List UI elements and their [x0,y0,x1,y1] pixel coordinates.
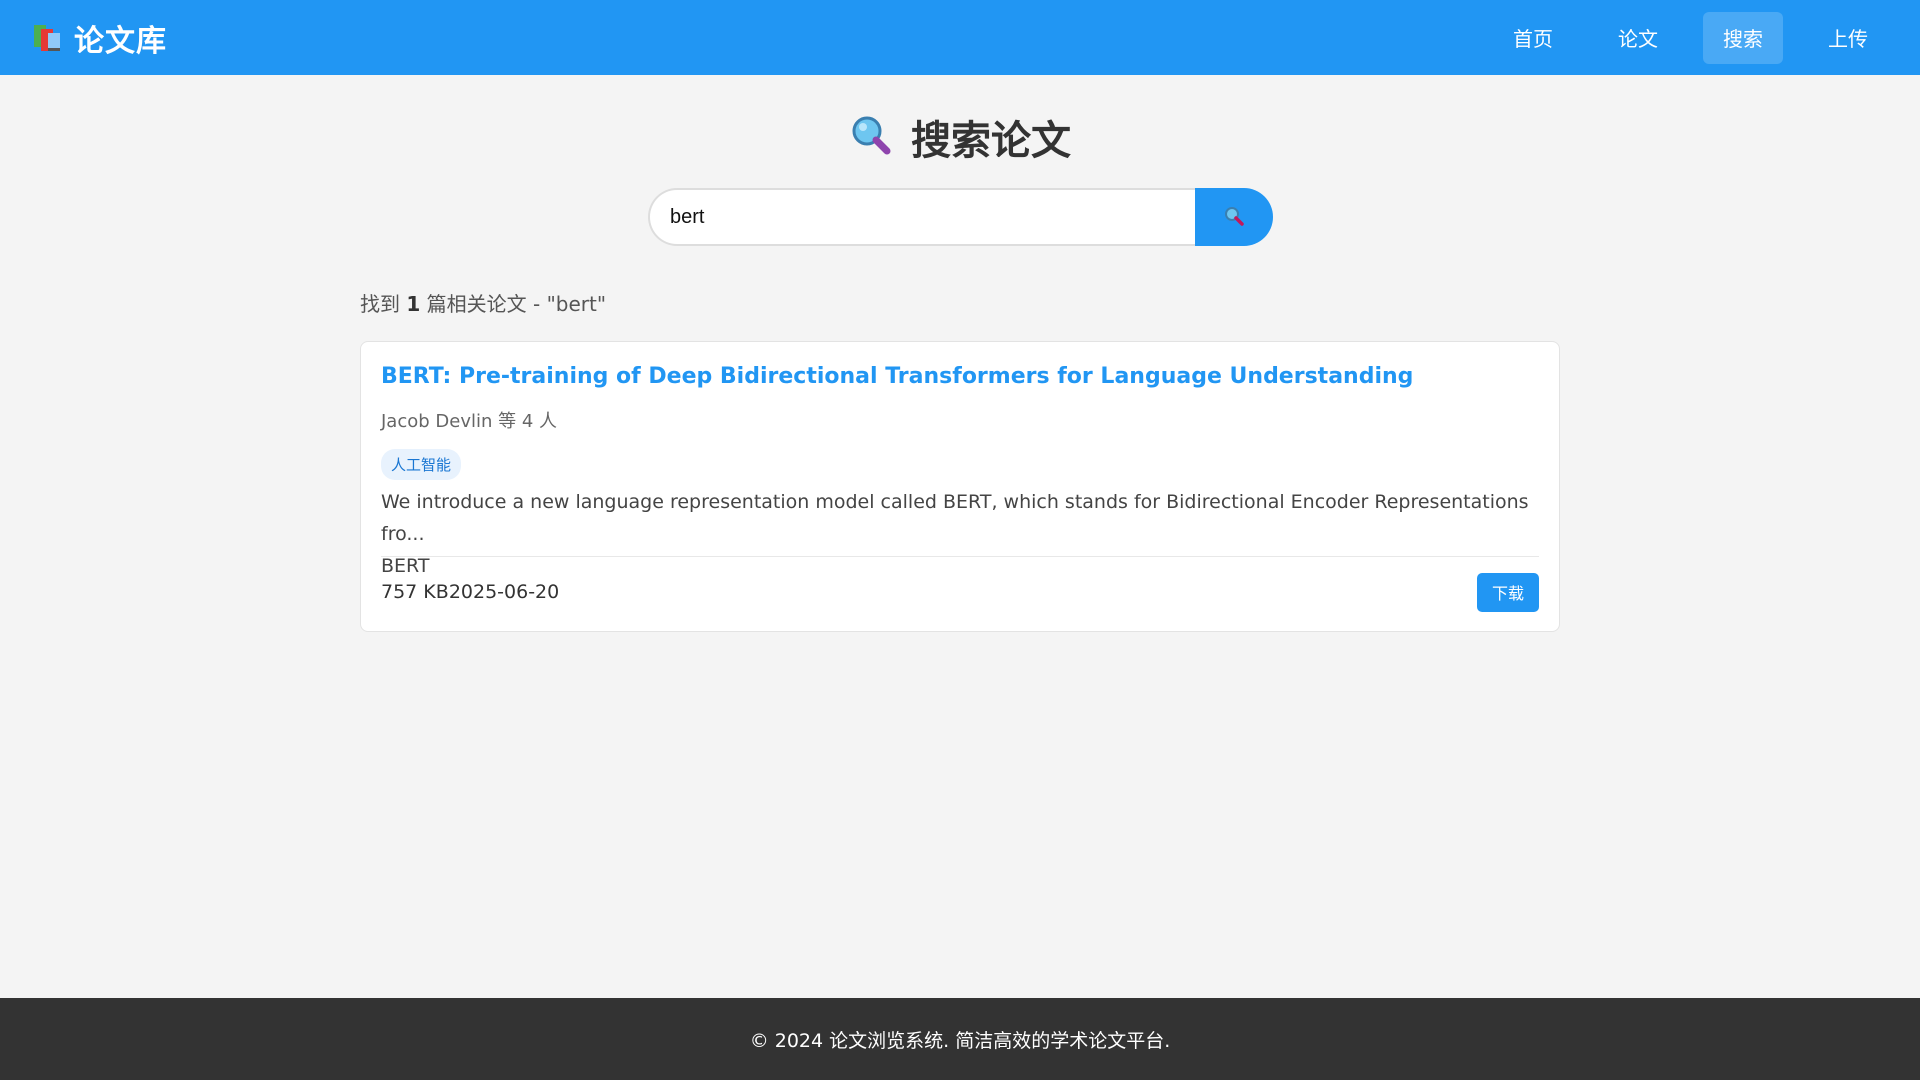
search-bar [648,188,1273,246]
magnifier-icon [849,113,893,161]
paper-title-link[interactable]: BERT: Pre-training of Deep Bidirectional… [381,364,1539,389]
paper-abstract: We introduce a new language representati… [381,486,1539,582]
footer-text: © 2024 论文浏览系统. 简洁高效的学术论文平台. [749,1029,1171,1052]
card-footer: 757 KB2025-06-20 下载 [381,572,1539,612]
summary-suffix: 篇相关论文 - "bert" [426,292,607,316]
brand-title: 论文库 [74,23,167,59]
divider [381,556,1539,557]
page-footer: © 2024 论文浏览系统. 简洁高效的学术论文平台. [0,998,1920,1080]
download-button[interactable]: 下载 [1477,572,1539,612]
brand[interactable]: 论文库 [32,16,167,60]
nav-item-papers[interactable]: 论文 [1598,12,1678,64]
paper-card: BERT: Pre-training of Deep Bidirectional… [360,341,1560,632]
summary-prefix: 找到 [360,292,400,316]
search-button[interactable] [1195,188,1273,246]
books-icon [32,23,62,53]
search-input[interactable] [648,188,1195,246]
nav-item-search[interactable]: 搜索 [1703,11,1783,64]
category-tag: 人工智能 [381,449,462,480]
page-title: 搜索论文 [911,118,1071,164]
paper-authors: Jacob Devlin 等 4 人 [381,411,558,432]
result-summary: 找到 1 篇相关论文 - "bert" [360,288,606,317]
result-count: 1 [406,292,421,316]
page: 论文库 首页 论文 搜索 上传 搜索论文 bert 找到 1 篇相关论文 - "… [0,0,1920,1080]
upload-date: 2025-06-20 [448,581,560,603]
paper-meta: 757 KB2025-06-20 [381,581,559,603]
main-nav: 首页 论文 搜索 上传 [1493,11,1888,64]
page-heading: 搜索论文 [0,108,1920,166]
nav-item-upload[interactable]: 上传 [1808,12,1888,64]
abstract-line: We introduce a new language representati… [381,491,1529,545]
nav-item-home[interactable]: 首页 [1493,12,1573,64]
top-navbar: 论文库 首页 论文 搜索 上传 [0,0,1920,75]
file-size: 757 KB [381,581,449,603]
search-icon [1223,205,1245,230]
